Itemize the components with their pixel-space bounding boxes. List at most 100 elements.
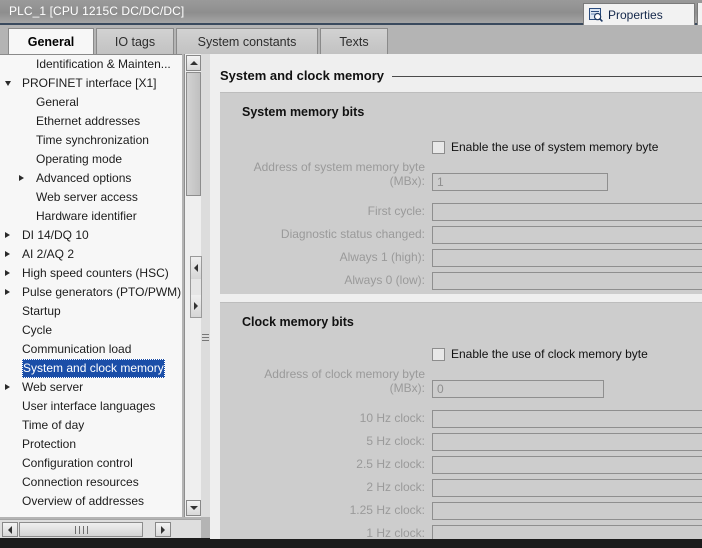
enable-clock-memory-byte-row[interactable]: Enable the use of clock memory byte xyxy=(432,347,648,361)
tree-scroll-up-button[interactable] xyxy=(186,55,201,71)
sidebar-item-advanced-options[interactable]: Advanced options xyxy=(0,169,182,188)
sidebar-item-ai-2-aq-2[interactable]: AI 2/AQ 2 xyxy=(0,245,182,264)
clock-memory-bit-row[interactable]: 5 Hz clock: xyxy=(366,433,702,451)
tab-label: General xyxy=(27,34,75,49)
tree-horizontal-scrollbar[interactable] xyxy=(0,519,201,538)
system-memory-bit-input[interactable] xyxy=(432,272,702,290)
tree-scroll-left-button[interactable] xyxy=(2,522,18,537)
tab-system-constants[interactable]: System constants xyxy=(176,28,318,54)
tree-expander-expand[interactable] xyxy=(2,226,14,245)
sidebar-item-system-and-clock-memory[interactable]: System and clock memory xyxy=(0,359,182,378)
chevron-down-icon xyxy=(189,506,198,510)
chevron-down-icon xyxy=(5,81,11,86)
system-memory-address-row[interactable]: Address of system memory byte (MBx): 1 xyxy=(254,160,702,191)
clock-memory-address-input[interactable]: 0 xyxy=(432,380,604,398)
system-memory-bit-row[interactable]: Diagnostic status changed: xyxy=(281,226,702,244)
clock-memory-bit-input[interactable] xyxy=(432,502,702,520)
clock-memory-section-title: Clock memory bits xyxy=(242,315,354,329)
clock-memory-bit-row[interactable]: 1 Hz clock: xyxy=(366,525,702,539)
tab-texts[interactable]: Texts xyxy=(320,28,388,54)
system-memory-bit-input[interactable] xyxy=(432,203,702,221)
tree-scrollbar-thumb[interactable] xyxy=(186,72,201,196)
clock-memory-bit-row[interactable]: 2 Hz clock: xyxy=(366,479,702,497)
pane-splitter[interactable] xyxy=(201,54,210,517)
tree-expander-expand[interactable] xyxy=(2,245,14,264)
sidebar-item-di-14-dq-10[interactable]: DI 14/DQ 10 xyxy=(0,226,182,245)
sidebar-item-cycle[interactable]: Cycle xyxy=(0,321,182,340)
sidebar-item-identification-mainten[interactable]: Identification & Mainten... xyxy=(0,55,182,74)
clock-memory-bit-input[interactable] xyxy=(432,456,702,474)
title-divider xyxy=(392,76,702,77)
tab-properties[interactable]: Properties xyxy=(583,3,695,25)
system-memory-bit-input[interactable] xyxy=(432,249,702,267)
sidebar-item-protection[interactable]: Protection xyxy=(0,435,182,454)
collapse-right-button[interactable] xyxy=(191,295,201,317)
sidebar-item-ethernet-addresses[interactable]: Ethernet addresses xyxy=(0,112,182,131)
sidebar-item-user-interface-languages[interactable]: User interface languages xyxy=(0,397,182,416)
enable-clock-memory-byte-label: Enable the use of clock memory byte xyxy=(451,347,648,361)
tree-hscrollbar-thumb[interactable] xyxy=(19,522,143,537)
system-memory-bit-row[interactable]: First cycle: xyxy=(368,203,702,221)
clock-memory-bit-label: 5 Hz clock: xyxy=(366,434,425,448)
clock-memory-bit-label: 2 Hz clock: xyxy=(366,480,425,494)
sidebar-item-hardware-identifier[interactable]: Hardware identifier xyxy=(0,207,182,226)
sidebar-item-general[interactable]: General xyxy=(0,93,182,112)
tree-expander-collapse[interactable] xyxy=(2,74,14,93)
page-title-row: System and clock memory xyxy=(220,65,702,85)
tree-expander-expand[interactable] xyxy=(2,378,14,397)
clock-memory-bit-row[interactable]: 10 Hz clock: xyxy=(360,410,702,428)
pane-collapse-controls[interactable] xyxy=(190,256,202,318)
system-memory-bit-label: Diagnostic status changed: xyxy=(280,227,425,241)
sidebar-item-operating-mode[interactable]: Operating mode xyxy=(0,150,182,169)
sidebar-item-label: Operating mode xyxy=(36,152,123,166)
clock-memory-bit-input[interactable] xyxy=(432,525,702,539)
enable-system-memory-byte-row[interactable]: Enable the use of system memory byte xyxy=(432,140,658,154)
tree-expander-expand[interactable] xyxy=(16,169,28,188)
properties-tab-label: Properties xyxy=(608,7,663,22)
clock-memory-bit-row[interactable]: 1.25 Hz clock: xyxy=(350,502,702,520)
system-memory-bit-row[interactable]: Always 0 (low): xyxy=(344,272,702,290)
navigation-tree[interactable]: Identification & Mainten... PROFINET inte… xyxy=(0,54,182,517)
sidebar-item-label: High speed counters (HSC) xyxy=(22,266,169,280)
sidebar-item-configuration-control[interactable]: Configuration control xyxy=(0,454,182,473)
sidebar-item-connection-resources[interactable]: Connection resources xyxy=(0,473,182,492)
sidebar-item-startup[interactable]: Startup xyxy=(0,302,182,321)
tab-io-tags[interactable]: IO tags xyxy=(96,28,174,54)
collapse-left-button[interactable] xyxy=(191,257,201,279)
system-memory-address-input[interactable]: 1 xyxy=(432,173,608,191)
tree-scroll-right-button[interactable] xyxy=(155,522,171,537)
chevron-right-icon xyxy=(5,232,10,238)
chevron-left-icon xyxy=(8,525,12,534)
sidebar-item-time-synchronization[interactable]: Time synchronization xyxy=(0,131,182,150)
sidebar-item-communication-load[interactable]: Communication load xyxy=(0,340,182,359)
sidebar-item-pulse-generators-pto-pwm[interactable]: Pulse generators (PTO/PWM) xyxy=(0,283,182,302)
sidebar-item-overview-of-addresses[interactable]: Overview of addresses xyxy=(0,492,182,511)
sidebar-item-label: Pulse generators (PTO/PWM) xyxy=(22,285,182,299)
clock-memory-address-label-line1: Address of clock memory byte xyxy=(264,367,425,381)
sidebar-item-label: Configuration control xyxy=(22,456,133,470)
enable-system-memory-byte-checkbox[interactable] xyxy=(432,140,445,154)
page-title: System and clock memory xyxy=(220,67,385,83)
clock-memory-bit-input[interactable] xyxy=(432,479,702,497)
enable-clock-memory-byte-checkbox[interactable] xyxy=(432,347,445,361)
sidebar-item-label: Connection resources xyxy=(22,475,139,489)
sidebar-item-profinet-interface-x1[interactable]: PROFINET interface [X1] xyxy=(0,74,182,93)
clock-memory-bit-row[interactable]: 2.5 Hz clock: xyxy=(356,456,702,474)
sidebar-item-web-server-access[interactable]: Web server access xyxy=(0,188,182,207)
sidebar-item-label: User interface languages xyxy=(22,399,156,413)
sidebar-item-label: Web server xyxy=(22,380,84,394)
sidebar-item-high-speed-counters-hsc[interactable]: High speed counters (HSC) xyxy=(0,264,182,283)
system-memory-bit-label: Always 1 (high): xyxy=(339,250,425,264)
tree-expander-expand[interactable] xyxy=(2,283,14,302)
sidebar-item-time-of-day[interactable]: Time of day xyxy=(0,416,182,435)
clock-memory-bit-input[interactable] xyxy=(432,410,702,428)
sidebar-item-web-server[interactable]: Web server xyxy=(0,378,182,397)
system-memory-bit-row[interactable]: Always 1 (high): xyxy=(340,249,702,267)
tree-scroll-down-button[interactable] xyxy=(186,500,201,516)
system-memory-bit-input[interactable] xyxy=(432,226,702,244)
tab-general[interactable]: General xyxy=(8,28,94,54)
system-memory-address-label-line2: (MBx): xyxy=(389,174,425,188)
clock-memory-address-row[interactable]: Address of clock memory byte (MBx): 0 xyxy=(264,367,702,398)
clock-memory-bit-input[interactable] xyxy=(432,433,702,451)
tree-expander-expand[interactable] xyxy=(2,264,14,283)
